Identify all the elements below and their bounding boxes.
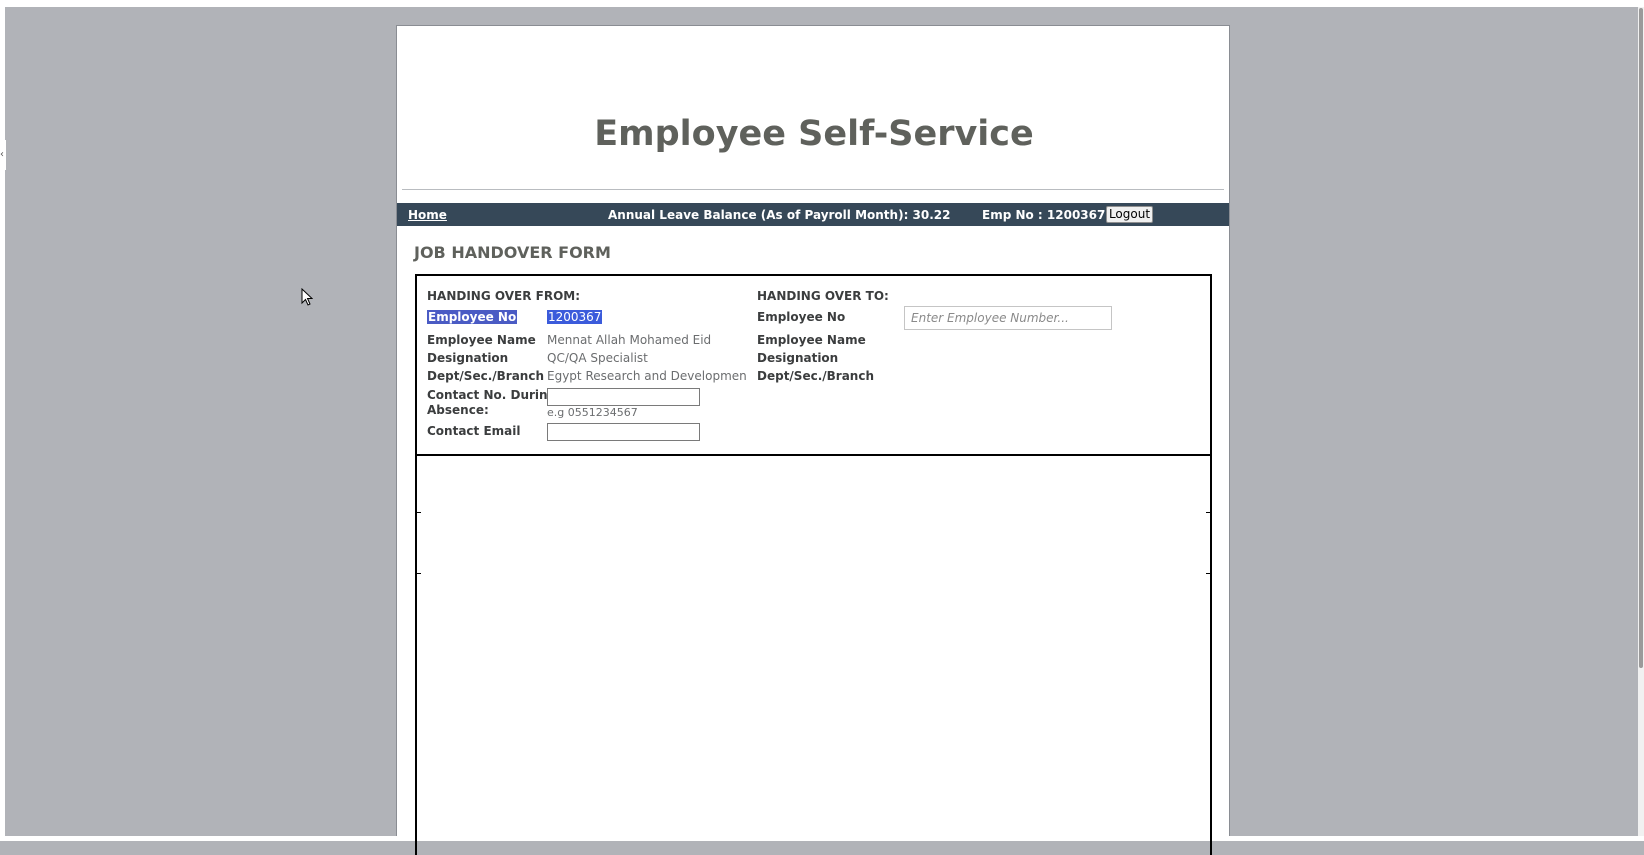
box-tick-mark [1206, 573, 1212, 574]
to-employee-no-label: Employee No [757, 310, 846, 324]
logout-button[interactable]: Logout [1106, 206, 1153, 223]
to-employee-name-label: Employee Name [757, 333, 866, 347]
from-employee-no-label: Employee No [427, 310, 518, 324]
leave-balance-text: Annual Leave Balance (As of Payroll Mont… [608, 208, 951, 222]
contact-email-label: Contact Email [427, 424, 521, 438]
browser-chrome-top [0, 0, 1644, 7]
from-employee-name-label: Employee Name [427, 333, 536, 347]
contact-no-input[interactable] [547, 388, 700, 406]
contact-no-label-line1: Contact No. During [427, 388, 557, 402]
home-link[interactable]: Home [408, 208, 447, 222]
box-tick-mark [415, 573, 421, 574]
handover-items-box [415, 455, 1212, 855]
contact-email-input[interactable] [547, 423, 700, 441]
from-designation-value: QC/QA Specialist [547, 351, 648, 365]
header-divider [402, 189, 1224, 190]
form-title: JOB HANDOVER FORM [414, 243, 611, 262]
from-dept-value: Egypt Research and Developmen [547, 369, 747, 383]
to-designation-label: Designation [757, 351, 839, 365]
emp-no-text: Emp No : 1200367 [982, 208, 1106, 222]
to-employee-no-input[interactable] [904, 306, 1112, 330]
box-tick-mark [415, 512, 421, 513]
page-container: Employee Self-Service Home Annual Leave … [396, 25, 1230, 855]
from-dept-label: Dept/Sec./Branch [427, 369, 545, 383]
site-title: Employee Self-Service [594, 114, 1034, 154]
from-designation-label: Designation [427, 351, 509, 365]
handover-details-box: HANDING OVER FROM: Employee No 1200367 E… [415, 274, 1212, 456]
from-heading: HANDING OVER FROM: [427, 289, 581, 303]
mouse-cursor-icon [301, 288, 313, 306]
contact-no-label-line2: Absence: [427, 403, 489, 417]
from-employee-name-value: Mennat Allah Mohamed Eid [547, 333, 712, 347]
contact-no-hint: e.g 0551234567 [547, 406, 638, 419]
collapse-arrow-icon[interactable]: ‹ [0, 140, 6, 170]
box-tick-mark [1206, 512, 1212, 513]
top-navbar: Home Annual Leave Balance (As of Payroll… [397, 203, 1229, 226]
to-dept-label: Dept/Sec./Branch [757, 369, 875, 383]
to-heading: HANDING OVER TO: [757, 289, 889, 303]
from-employee-no-value: 1200367 [547, 310, 603, 324]
browser-chrome-left [0, 0, 5, 841]
scrollbar-thumb[interactable] [1639, 8, 1643, 668]
